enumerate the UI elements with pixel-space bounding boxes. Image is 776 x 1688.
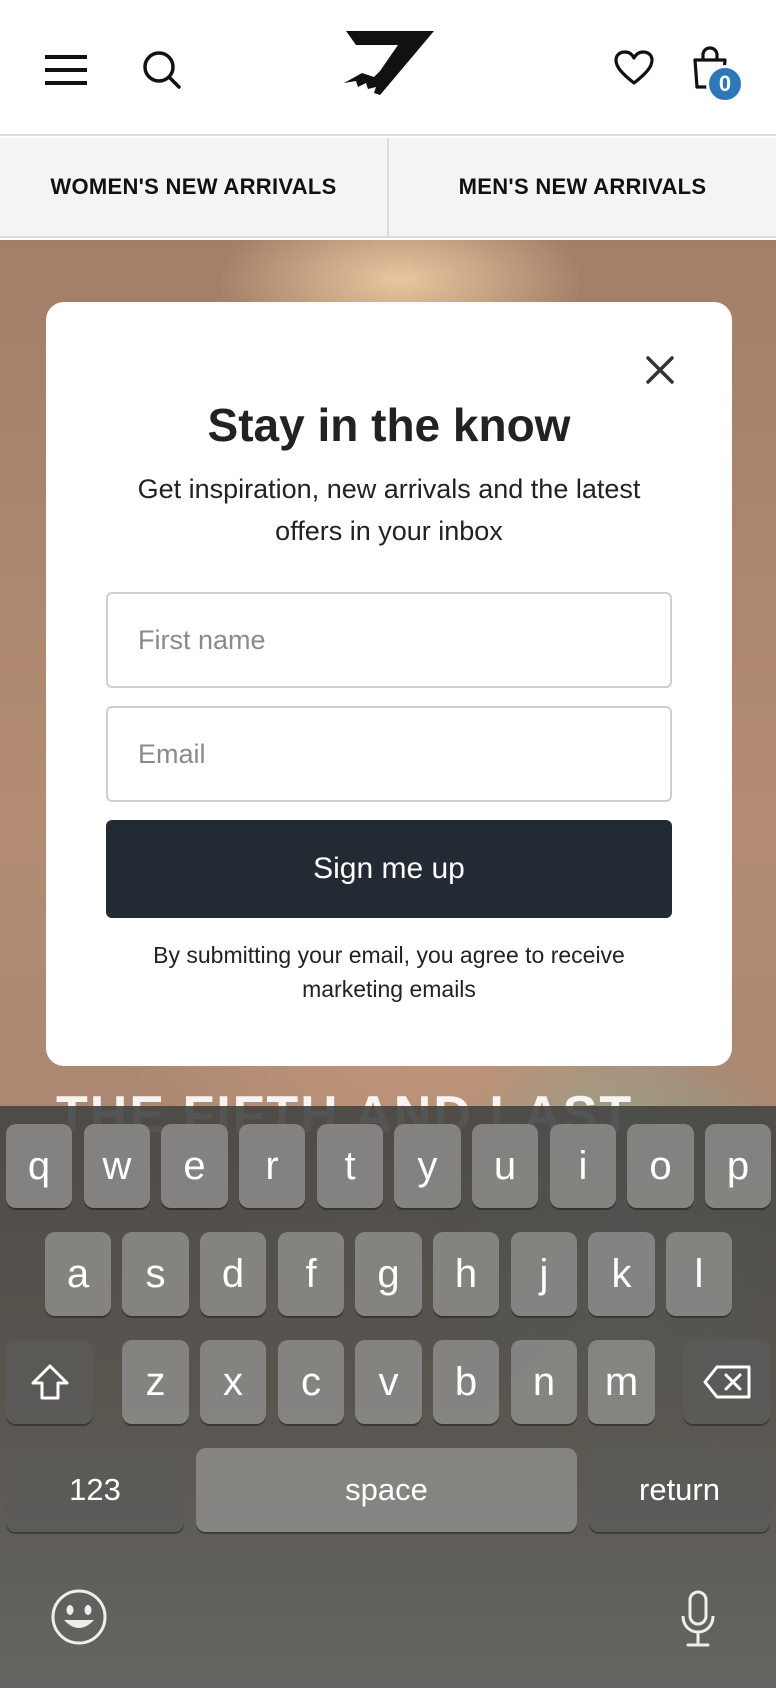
key-l[interactable]: l: [666, 1232, 732, 1316]
key-i[interactable]: i: [550, 1124, 616, 1208]
key-t[interactable]: t: [317, 1124, 383, 1208]
emoji-button[interactable]: [46, 1584, 112, 1650]
on-screen-keyboard: q w e r t y u i o p a s d f g h j k l z …: [0, 1106, 776, 1688]
space-key[interactable]: space: [196, 1448, 577, 1532]
menu-button[interactable]: [36, 40, 96, 100]
shift-key[interactable]: [6, 1340, 93, 1424]
email-field[interactable]: [106, 706, 672, 802]
brand-logo[interactable]: [338, 26, 438, 98]
key-s[interactable]: s: [122, 1232, 189, 1316]
key-j[interactable]: j: [511, 1232, 577, 1316]
modal-subtitle: Get inspiration, new arrivals and the la…: [137, 474, 641, 546]
key-q[interactable]: q: [6, 1124, 72, 1208]
key-x[interactable]: x: [200, 1340, 266, 1424]
key-w[interactable]: w: [84, 1124, 150, 1208]
heart-icon: [614, 50, 654, 85]
key-h[interactable]: h: [433, 1232, 499, 1316]
search-icon: [143, 51, 181, 89]
search-button[interactable]: [132, 40, 192, 100]
backspace-icon: [703, 1365, 750, 1399]
tab-mens-new-arrivals[interactable]: MEN'S NEW ARRIVALS: [387, 138, 776, 236]
key-g[interactable]: g: [355, 1232, 422, 1316]
key-u[interactable]: u: [472, 1124, 538, 1208]
tab-womens-new-arrivals[interactable]: WOMEN'S NEW ARRIVALS: [0, 138, 387, 236]
wishlist-button[interactable]: [604, 38, 664, 98]
key-a[interactable]: a: [45, 1232, 111, 1316]
sign-up-button[interactable]: Sign me up: [106, 820, 672, 918]
modal-title: Stay in the know: [207, 399, 571, 451]
delete-key[interactable]: [683, 1340, 770, 1424]
close-button[interactable]: [634, 344, 686, 396]
key-m[interactable]: m: [588, 1340, 655, 1424]
numbers-key[interactable]: 123: [6, 1448, 184, 1532]
microphone-icon: [681, 1590, 715, 1647]
close-icon: [646, 356, 674, 384]
key-n[interactable]: n: [511, 1340, 577, 1424]
key-c[interactable]: c: [278, 1340, 344, 1424]
key-k[interactable]: k: [588, 1232, 655, 1316]
key-v[interactable]: v: [355, 1340, 422, 1424]
cart-count-badge: 0: [706, 65, 744, 103]
key-p[interactable]: p: [705, 1124, 771, 1208]
shift-arrow-icon: [31, 1364, 68, 1400]
return-key[interactable]: return: [589, 1448, 770, 1532]
first-name-field[interactable]: [106, 592, 672, 688]
new-arrivals-nav: WOMEN'S NEW ARRIVALS MEN'S NEW ARRIVALS: [0, 138, 776, 238]
key-d[interactable]: d: [200, 1232, 266, 1316]
shark-logo-icon: [344, 31, 434, 95]
key-y[interactable]: y: [394, 1124, 461, 1208]
key-e[interactable]: e: [161, 1124, 228, 1208]
key-f[interactable]: f: [278, 1232, 344, 1316]
key-o[interactable]: o: [627, 1124, 694, 1208]
key-r[interactable]: r: [239, 1124, 305, 1208]
site-header: 0: [0, 0, 776, 136]
emoji-icon: [51, 1589, 107, 1645]
dictation-button[interactable]: [668, 1584, 728, 1654]
key-b[interactable]: b: [433, 1340, 499, 1424]
key-z[interactable]: z: [122, 1340, 189, 1424]
marketing-consent-text: By submitting your email, you agree to r…: [153, 942, 625, 1002]
hamburger-menu-icon: [45, 55, 87, 85]
